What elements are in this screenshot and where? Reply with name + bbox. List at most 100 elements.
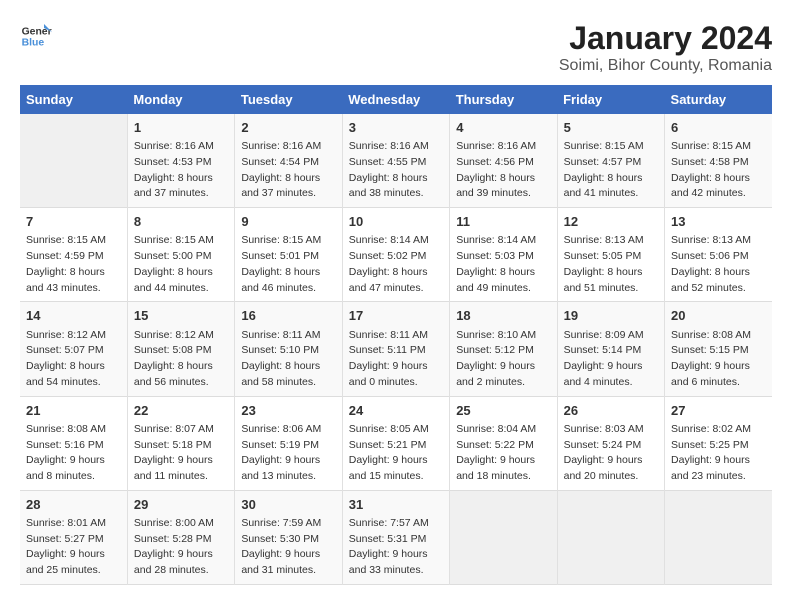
day-number: 7 (26, 213, 121, 231)
calendar-cell (20, 114, 127, 208)
day-number: 23 (241, 402, 335, 420)
calendar-cell (665, 490, 772, 584)
day-number: 20 (671, 307, 766, 325)
day-number: 8 (134, 213, 228, 231)
day-info: Sunrise: 8:15 AMSunset: 5:00 PMDaylight:… (134, 233, 228, 296)
calendar-cell: 16 Sunrise: 8:11 AMSunset: 5:10 PMDayligh… (235, 302, 342, 396)
day-number: 25 (456, 402, 550, 420)
calendar-cell: 29 Sunrise: 8:00 AMSunset: 5:28 PMDayligh… (127, 490, 234, 584)
calendar-cell: 26 Sunrise: 8:03 AMSunset: 5:24 PMDayligh… (557, 396, 664, 490)
calendar-cell: 8 Sunrise: 8:15 AMSunset: 5:00 PMDaylight… (127, 208, 234, 302)
calendar-cell: 9Sunrise: 8:15 AMSunset: 5:01 PMDaylight… (235, 208, 342, 302)
calendar-cell: 2Sunrise: 8:16 AMSunset: 4:54 PMDaylight… (235, 114, 342, 208)
weekday-header: Monday (127, 85, 234, 114)
calendar-cell: 4 Sunrise: 8:16 AMSunset: 4:56 PMDaylight… (450, 114, 557, 208)
day-number: 29 (134, 496, 228, 514)
day-info: Sunrise: 8:16 AMSunset: 4:56 PMDaylight:… (456, 139, 550, 202)
logo-icon: General Blue (20, 20, 52, 52)
day-info: Sunrise: 8:12 AMSunset: 5:07 PMDaylight:… (26, 328, 121, 391)
weekday-header-row: SundayMondayTuesdayWednesdayThursdayFrid… (20, 85, 772, 114)
day-info: Sunrise: 8:15 AMSunset: 4:58 PMDaylight:… (671, 139, 766, 202)
calendar-cell: 11Sunrise: 8:14 AMSunset: 5:03 PMDayligh… (450, 208, 557, 302)
day-number: 10 (349, 213, 443, 231)
calendar-cell: 27 Sunrise: 8:02 AMSunset: 5:25 PMDayligh… (665, 396, 772, 490)
weekday-header: Thursday (450, 85, 557, 114)
day-info: Sunrise: 8:03 AMSunset: 5:24 PMDaylight:… (564, 422, 658, 485)
day-number: 26 (564, 402, 658, 420)
day-number: 27 (671, 402, 766, 420)
day-info: Sunrise: 8:08 AMSunset: 5:15 PMDaylight:… (671, 328, 766, 391)
calendar-cell (450, 490, 557, 584)
day-number: 30 (241, 496, 335, 514)
calendar-cell: 15Sunrise: 8:12 AMSunset: 5:08 PMDayligh… (127, 302, 234, 396)
weekday-header: Wednesday (342, 85, 449, 114)
weekday-header: Friday (557, 85, 664, 114)
day-number: 22 (134, 402, 228, 420)
calendar-table: SundayMondayTuesdayWednesdayThursdayFrid… (20, 85, 772, 585)
calendar-cell: 24 Sunrise: 8:05 AMSunset: 5:21 PMDayligh… (342, 396, 449, 490)
calendar-cell: 20 Sunrise: 8:08 AMSunset: 5:15 PMDayligh… (665, 302, 772, 396)
day-number: 16 (241, 307, 335, 325)
weekday-header: Saturday (665, 85, 772, 114)
calendar-cell: 12 Sunrise: 8:13 AMSunset: 5:05 PMDayligh… (557, 208, 664, 302)
calendar-cell: 6 Sunrise: 8:15 AMSunset: 4:58 PMDaylight… (665, 114, 772, 208)
calendar-cell: 21Sunrise: 8:08 AMSunset: 5:16 PMDayligh… (20, 396, 127, 490)
day-info: Sunrise: 8:15 AMSunset: 5:01 PMDaylight:… (241, 233, 335, 296)
page-header: General Blue January 2024 Soimi, Bihor C… (20, 20, 772, 75)
calendar-cell: 31Sunrise: 7:57 AMSunset: 5:31 PMDayligh… (342, 490, 449, 584)
day-number: 15 (134, 307, 228, 325)
day-info: Sunrise: 8:10 AMSunset: 5:12 PMDaylight:… (456, 328, 550, 391)
day-number: 12 (564, 213, 658, 231)
day-info: Sunrise: 8:02 AMSunset: 5:25 PMDaylight:… (671, 422, 766, 485)
day-info: Sunrise: 8:13 AMSunset: 5:05 PMDaylight:… (564, 233, 658, 296)
calendar-cell: 18 Sunrise: 8:10 AMSunset: 5:12 PMDayligh… (450, 302, 557, 396)
day-info: Sunrise: 8:11 AMSunset: 5:10 PMDaylight:… (241, 328, 335, 391)
day-info: Sunrise: 8:05 AMSunset: 5:21 PMDaylight:… (349, 422, 443, 485)
weekday-header: Tuesday (235, 85, 342, 114)
page-subtitle: Soimi, Bihor County, Romania (559, 57, 772, 75)
day-info: Sunrise: 8:15 AMSunset: 4:59 PMDaylight:… (26, 233, 121, 296)
calendar-cell: 3Sunrise: 8:16 AMSunset: 4:55 PMDaylight… (342, 114, 449, 208)
day-info: Sunrise: 8:08 AMSunset: 5:16 PMDaylight:… (26, 422, 121, 485)
day-number: 3 (349, 119, 443, 137)
calendar-cell: 14 Sunrise: 8:12 AMSunset: 5:07 PMDayligh… (20, 302, 127, 396)
calendar-cell: 13Sunrise: 8:13 AMSunset: 5:06 PMDayligh… (665, 208, 772, 302)
calendar-cell: 1 Sunrise: 8:16 AMSunset: 4:53 PMDaylight… (127, 114, 234, 208)
day-info: Sunrise: 8:16 AMSunset: 4:54 PMDaylight:… (241, 139, 335, 202)
day-number: 24 (349, 402, 443, 420)
day-info: Sunrise: 8:13 AMSunset: 5:06 PMDaylight:… (671, 233, 766, 296)
calendar-cell: 23Sunrise: 8:06 AMSunset: 5:19 PMDayligh… (235, 396, 342, 490)
day-info: Sunrise: 8:07 AMSunset: 5:18 PMDaylight:… (134, 422, 228, 485)
day-number: 6 (671, 119, 766, 137)
day-number: 5 (564, 119, 658, 137)
day-info: Sunrise: 8:14 AMSunset: 5:02 PMDaylight:… (349, 233, 443, 296)
day-info: Sunrise: 8:16 AMSunset: 4:53 PMDaylight:… (134, 139, 228, 202)
weekday-header: Sunday (20, 85, 127, 114)
calendar-cell: 5 Sunrise: 8:15 AMSunset: 4:57 PMDaylight… (557, 114, 664, 208)
day-info: Sunrise: 8:00 AMSunset: 5:28 PMDaylight:… (134, 516, 228, 579)
day-number: 28 (26, 496, 121, 514)
day-number: 1 (134, 119, 228, 137)
calendar-week-row: 7 Sunrise: 8:15 AMSunset: 4:59 PMDaylight… (20, 208, 772, 302)
calendar-cell: 19Sunrise: 8:09 AMSunset: 5:14 PMDayligh… (557, 302, 664, 396)
calendar-cell: 7 Sunrise: 8:15 AMSunset: 4:59 PMDaylight… (20, 208, 127, 302)
calendar-cell: 17Sunrise: 8:11 AMSunset: 5:11 PMDayligh… (342, 302, 449, 396)
calendar-week-row: 14 Sunrise: 8:12 AMSunset: 5:07 PMDayligh… (20, 302, 772, 396)
day-info: Sunrise: 8:04 AMSunset: 5:22 PMDaylight:… (456, 422, 550, 485)
day-info: Sunrise: 8:01 AMSunset: 5:27 PMDaylight:… (26, 516, 121, 579)
logo: General Blue (20, 20, 52, 52)
calendar-cell: 10 Sunrise: 8:14 AMSunset: 5:02 PMDayligh… (342, 208, 449, 302)
day-info: Sunrise: 7:57 AMSunset: 5:31 PMDaylight:… (349, 516, 443, 579)
title-section: January 2024 Soimi, Bihor County, Romani… (559, 20, 772, 75)
day-number: 4 (456, 119, 550, 137)
calendar-cell: 25 Sunrise: 8:04 AMSunset: 5:22 PMDayligh… (450, 396, 557, 490)
calendar-cell: 22 Sunrise: 8:07 AMSunset: 5:18 PMDayligh… (127, 396, 234, 490)
day-number: 18 (456, 307, 550, 325)
day-info: Sunrise: 7:59 AMSunset: 5:30 PMDaylight:… (241, 516, 335, 579)
day-info: Sunrise: 8:11 AMSunset: 5:11 PMDaylight:… (349, 328, 443, 391)
calendar-week-row: 1 Sunrise: 8:16 AMSunset: 4:53 PMDaylight… (20, 114, 772, 208)
day-number: 19 (564, 307, 658, 325)
day-info: Sunrise: 8:15 AMSunset: 4:57 PMDaylight:… (564, 139, 658, 202)
day-number: 14 (26, 307, 121, 325)
calendar-week-row: 21Sunrise: 8:08 AMSunset: 5:16 PMDayligh… (20, 396, 772, 490)
